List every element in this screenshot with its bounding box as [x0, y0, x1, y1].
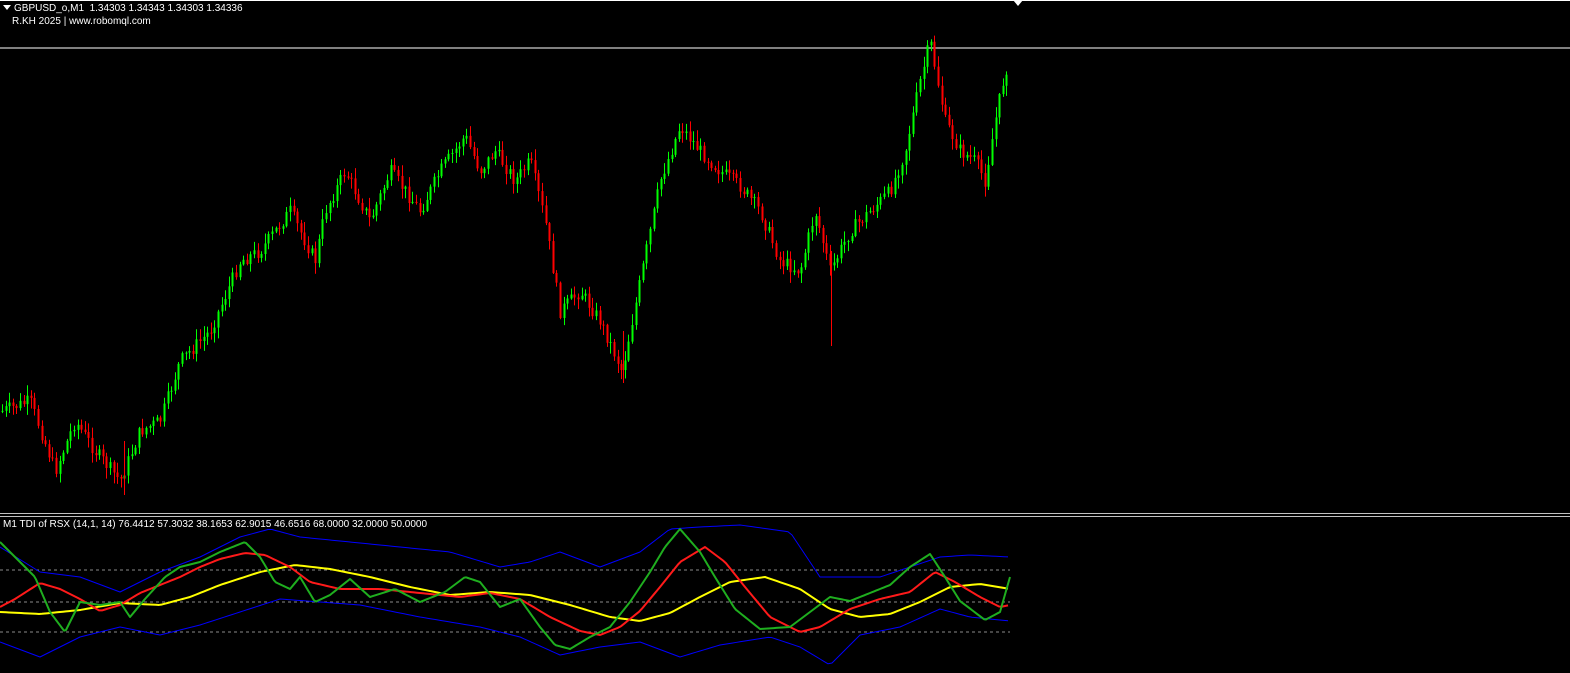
- candles: [1, 35, 1008, 495]
- chart-shift-marker[interactable]: [1013, 0, 1023, 6]
- indicator-pane[interactable]: [0, 517, 1570, 673]
- brand-label: R.KH 2025 | www.robomql.com: [12, 16, 151, 27]
- chart-header: GBPUSD_o,M1 1.34303 1.34343 1.34303 1.34…: [3, 3, 243, 15]
- candlestick-plot: [0, 35, 1570, 495]
- lower-volatility-band: [0, 598, 1009, 665]
- symbol-label: GBPUSD_o,M1: [14, 3, 85, 14]
- upper-volatility-band: [0, 524, 1009, 593]
- ohlc-values: 1.34303 1.34343 1.34303 1.34336: [89, 3, 243, 14]
- tdi-plot: [0, 524, 1011, 665]
- chevron-down-icon[interactable]: [3, 5, 11, 10]
- price-chart[interactable]: [0, 0, 1570, 513]
- indicator-label: M1 TDI of RSX (14,1, 14) 76.4412 57.3032…: [3, 519, 428, 530]
